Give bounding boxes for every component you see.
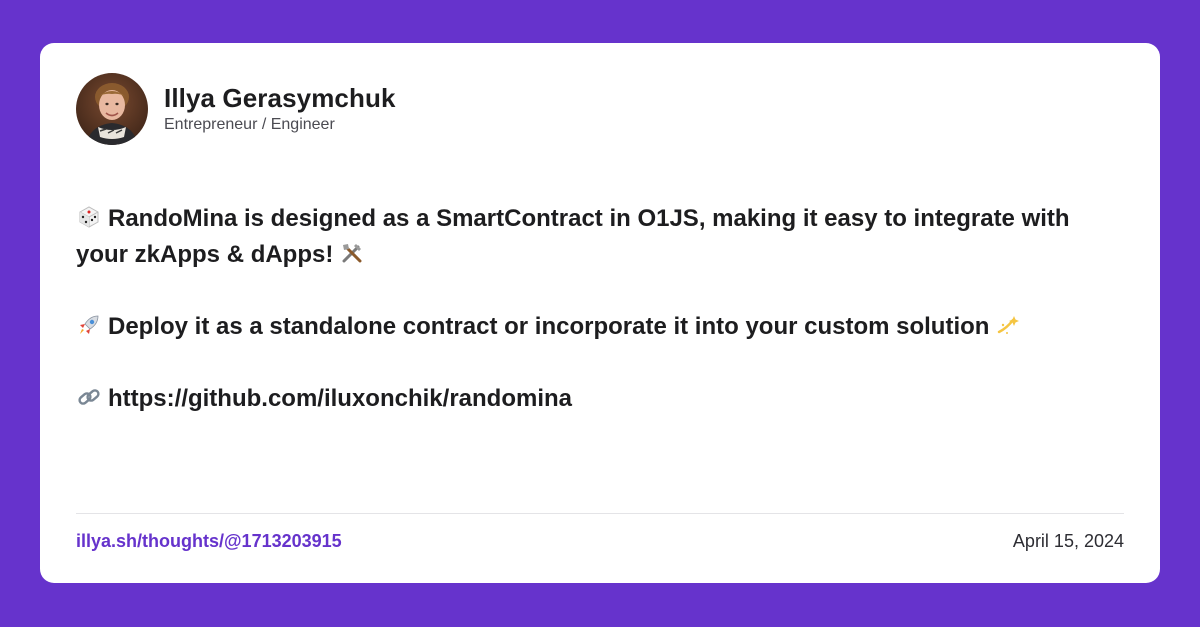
- repo-link[interactable]: https://github.com/iluxonchik/randomina: [108, 385, 572, 412]
- card-footer: illya.sh/thoughts/@1713203915 April 15, …: [76, 529, 1124, 553]
- post-paragraph-1: RandoMina is designed as a SmartContract…: [76, 201, 1116, 273]
- footer-divider: [76, 513, 1124, 514]
- author-name: Illya Gerasymchuk: [164, 83, 396, 113]
- die-icon: [79, 206, 99, 228]
- author-title: Entrepreneur / Engineer: [164, 116, 335, 133]
- sparkle-icon: [998, 316, 1020, 334]
- link-icon: [78, 389, 100, 405]
- page-background: Illya Gerasymchuk Entrepreneur / Enginee…: [0, 0, 1200, 627]
- avatar: [76, 73, 148, 145]
- post-paragraph-2: Deploy it as a standalone contract or in…: [76, 309, 1116, 345]
- author-header: Illya Gerasymchuk Entrepreneur / Enginee…: [76, 73, 396, 145]
- permalink[interactable]: illya.sh/thoughts/@1713203915: [76, 529, 342, 553]
- post-text-1: RandoMina is designed as a SmartContract…: [76, 205, 1070, 268]
- rocket-icon: [80, 315, 99, 334]
- post-text-2: Deploy it as a standalone contract or in…: [108, 313, 990, 340]
- tools-icon: [342, 244, 362, 263]
- post-date: April 15, 2024: [1012, 531, 1124, 551]
- post-body: RandoMina is designed as a SmartContract…: [76, 201, 1116, 417]
- thought-card: Illya Gerasymchuk Entrepreneur / Enginee…: [40, 43, 1160, 583]
- post-paragraph-3: https://github.com/iluxonchik/randomina: [76, 381, 1116, 417]
